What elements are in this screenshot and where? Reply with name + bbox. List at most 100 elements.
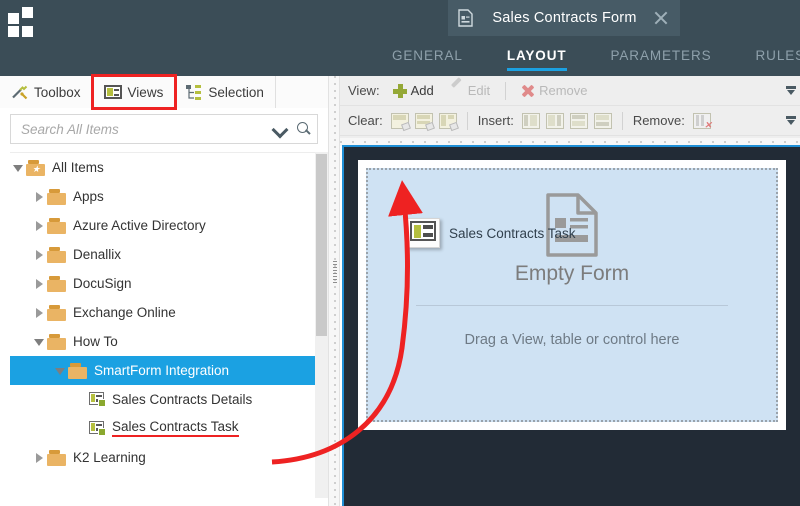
view-icon: [89, 421, 106, 436]
add-view-button[interactable]: Add: [388, 81, 439, 100]
tree-item[interactable]: ★ All Items: [10, 153, 318, 182]
toolbox-icon: [11, 84, 28, 100]
toolbar-insert-label: Insert:: [477, 113, 514, 128]
insert-column-left-icon[interactable]: [521, 112, 540, 129]
form-surface[interactable]: Empty Form Drag a View, table or control…: [358, 160, 786, 430]
folder-icon: [68, 362, 87, 379]
plus-icon: [392, 83, 407, 98]
toolbar-separator: [505, 81, 507, 100]
toolbar-remove-label: Remove:: [632, 113, 685, 128]
tree-item[interactable]: Sales Contracts Details: [10, 385, 318, 414]
folder-icon: [47, 333, 66, 350]
tree-item[interactable]: Denallix: [10, 240, 318, 269]
document-tab[interactable]: Sales Contracts Form: [448, 0, 680, 36]
left-panel-tabs: Toolbox Views Selection: [0, 74, 328, 110]
remove-view-button[interactable]: Remove: [516, 81, 592, 100]
expand-arrow-icon[interactable]: [31, 305, 47, 321]
drop-zone-hint: Drag a View, table or control here: [464, 332, 680, 348]
expand-arrow-icon[interactable]: [31, 189, 47, 205]
panel-tab-views-label: Views: [127, 84, 164, 100]
document-tab-title: Sales Contracts Form: [492, 10, 637, 26]
panel-splitter[interactable]: [328, 76, 340, 506]
search-icon[interactable]: [296, 121, 311, 137]
tab-general[interactable]: GENERAL: [370, 36, 485, 76]
items-tree[interactable]: ★ All Items Apps Azure Active Directory Dena…: [10, 152, 318, 498]
expand-arrow-icon[interactable]: [31, 450, 47, 466]
toolbar-view-label: View:: [348, 83, 380, 98]
toolbar-row-table: Clear: Insert: Remove: ✕: [340, 106, 800, 136]
close-icon[interactable]: [652, 9, 670, 27]
edit-view-button[interactable]: Edit: [445, 81, 495, 100]
toolbar-clear-label: Clear:: [348, 113, 383, 128]
tree-item-label: SmartForm Integration: [94, 362, 230, 378]
insert-row-above-icon[interactable]: [569, 112, 588, 129]
panel-tab-toolbox[interactable]: Toolbox: [0, 76, 93, 108]
insert-row-below-icon[interactable]: [593, 112, 612, 129]
toolbar-overflow-icon[interactable]: [786, 86, 796, 96]
collapse-arrow-icon[interactable]: [10, 160, 26, 176]
tree-item-label: DocuSign: [73, 275, 132, 291]
insert-column-right-icon[interactable]: [545, 112, 564, 129]
splitter-grip[interactable]: [333, 261, 337, 283]
form-canvas[interactable]: Empty Form Drag a View, table or control…: [342, 145, 800, 506]
expand-arrow-icon[interactable]: [31, 247, 47, 263]
toolbar-separator-2: [466, 111, 468, 130]
tree-item-label: Sales Contracts Details: [112, 391, 253, 407]
layout-toolbar: View: Add Edit Remove Clear: Insert: Rem…: [340, 76, 800, 138]
chevron-down-icon[interactable]: [272, 121, 288, 137]
tree-item-label: Azure Active Directory: [73, 217, 206, 233]
tree-item[interactable]: SmartForm Integration: [10, 356, 318, 385]
tree-scrollbar-thumb[interactable]: [316, 154, 327, 336]
empty-form-label: Empty Form: [514, 262, 630, 285]
folder-icon: [47, 188, 66, 205]
clear-all-icon[interactable]: [438, 112, 459, 131]
tab-layout[interactable]: LAYOUT: [485, 36, 589, 76]
tree-item[interactable]: DocuSign: [10, 269, 318, 298]
tab-parameters[interactable]: PARAMETERS: [589, 36, 734, 76]
grid-squares-logo[interactable]: [8, 7, 38, 37]
form-drop-zone[interactable]: Empty Form Drag a View, table or control…: [366, 168, 778, 422]
edit-view-label: Edit: [467, 83, 491, 98]
search-placeholder: Search All Items: [21, 121, 119, 137]
tree-item[interactable]: Exchange Online: [10, 298, 318, 327]
tree-scrollbar[interactable]: [315, 152, 328, 498]
tree-item[interactable]: Apps: [10, 182, 318, 211]
clear-row-icon[interactable]: [390, 112, 411, 131]
tree-item-label: Sales Contracts Task: [112, 420, 239, 438]
tree-item-label: Apps: [73, 188, 104, 204]
panel-tab-toolbox-label: Toolbox: [34, 84, 81, 100]
toolbar-overflow-icon-2[interactable]: [786, 116, 796, 126]
tree-item[interactable]: K2 Learning: [10, 443, 318, 472]
tree-item[interactable]: How To: [10, 327, 318, 356]
x-icon: [521, 84, 535, 98]
tree-item-label: Denallix: [73, 246, 122, 262]
panel-tab-views[interactable]: Views: [90, 74, 178, 110]
tree-item-label: All Items: [52, 159, 104, 175]
drag-ghost[interactable]: Sales Contracts Task: [406, 218, 576, 248]
splitter-dots: [334, 76, 336, 506]
folder-icon: [47, 217, 66, 234]
collapse-arrow-icon[interactable]: [52, 363, 68, 379]
folder-icon: [47, 246, 66, 263]
expand-arrow-icon[interactable]: [31, 276, 47, 292]
view-icon: [406, 218, 440, 248]
remove-column-icon[interactable]: ✕: [692, 112, 712, 129]
ribbon-tabs: GENERAL LAYOUT PARAMETERS RULES: [0, 36, 800, 76]
tree-item[interactable]: Azure Active Directory: [10, 211, 318, 240]
tree-item[interactable]: Sales Contracts Task: [10, 414, 318, 443]
tree-item-label: K2 Learning: [73, 449, 146, 465]
top-bar: Sales Contracts Form GENERAL LAYOUT PARA…: [0, 0, 800, 76]
form-document-icon: [458, 9, 473, 27]
collapse-arrow-icon[interactable]: [31, 334, 47, 350]
tab-rules[interactable]: RULES: [734, 36, 800, 76]
panel-tab-selection[interactable]: Selection: [175, 76, 276, 108]
search-input[interactable]: Search All Items: [10, 114, 318, 144]
views-icon: [103, 85, 122, 99]
clear-column-icon[interactable]: [414, 112, 435, 131]
add-view-label: Add: [410, 83, 434, 98]
toolbar-separator-3: [621, 111, 623, 130]
tree-item-label: Exchange Online: [73, 304, 176, 320]
expand-arrow-icon[interactable]: [31, 218, 47, 234]
